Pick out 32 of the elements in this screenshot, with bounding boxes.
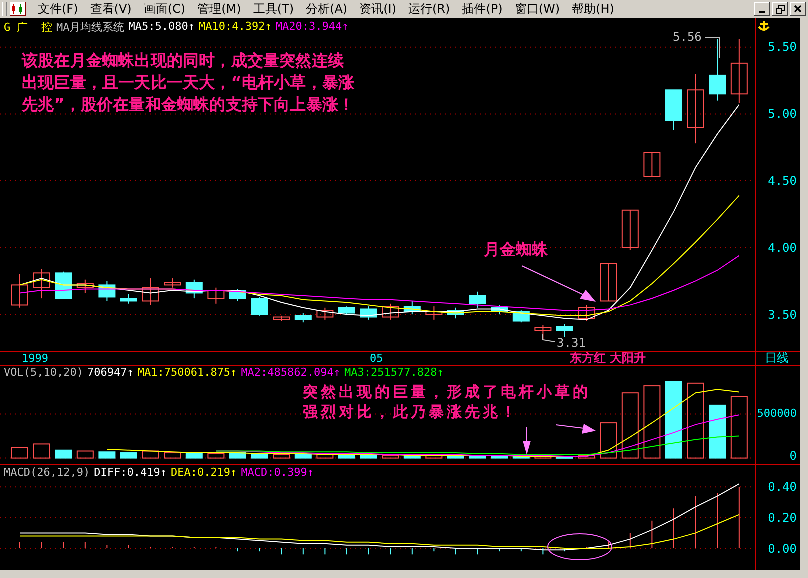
legend-value: MA5:5.080↑ (128, 20, 195, 35)
price-axis-label: 4.00 (768, 242, 797, 254)
legend-value: MA1:750061.875↑ (138, 366, 238, 379)
annotation-text: 突然出现的巨量，形成了电杆小草的强烈对比，此乃暴涨先兆！ (303, 382, 592, 422)
price-axis-label: 5.50 (768, 41, 797, 54)
volume-axis-label: 0 (790, 450, 797, 462)
legend-value: MACD:0.399↑ (241, 466, 314, 479)
legend-value: MA3:251577.828↑ (344, 366, 444, 379)
legend-value: MA2:485862.094↑ (241, 366, 341, 379)
low-price-label: 3.31 (557, 336, 586, 350)
price-axis-label: 5.00 (768, 108, 797, 120)
price-axis-label: 4.50 (768, 174, 797, 187)
macd-axis-label: 0.40 (768, 481, 797, 494)
legend-value: DIFF:0.419↑ (94, 466, 167, 479)
callout-label: 月金蜘蛛 (484, 240, 548, 261)
annotation-text: 该股在月金蜘蛛出现的同时，成交量突然连续出现巨量，且一天比一天大，“电杆小草，暴涨先兆”，股价在量和金蜘蛛的支持下向上暴涨！ (22, 50, 356, 116)
high-price-label: 5.56 (673, 30, 702, 44)
legend-value: VOL(5,10,20) (4, 366, 84, 379)
date-label: 05 (370, 352, 384, 365)
legend-value: DEA:0.219↑ (170, 466, 238, 479)
macd-axis-label: 0.20 (768, 512, 797, 524)
macd-axis-label: 0.00 (768, 542, 797, 555)
legend-value: MACD(26,12,9) (4, 466, 90, 479)
legend-value: 706947↑ (87, 366, 134, 379)
period-label: 日线 (765, 352, 789, 365)
legend-value: MA10:4.392↑ (198, 20, 272, 35)
volume-axis-label: 500000 (757, 408, 797, 420)
price-axis-label: 3.50 (768, 308, 797, 321)
legend-value: MA月均线系统 (56, 20, 125, 35)
legend-value: G 广 控 (4, 20, 52, 35)
legend-value: MA20:3.944↑ (276, 20, 349, 35)
date-label: 1999 (22, 352, 48, 365)
